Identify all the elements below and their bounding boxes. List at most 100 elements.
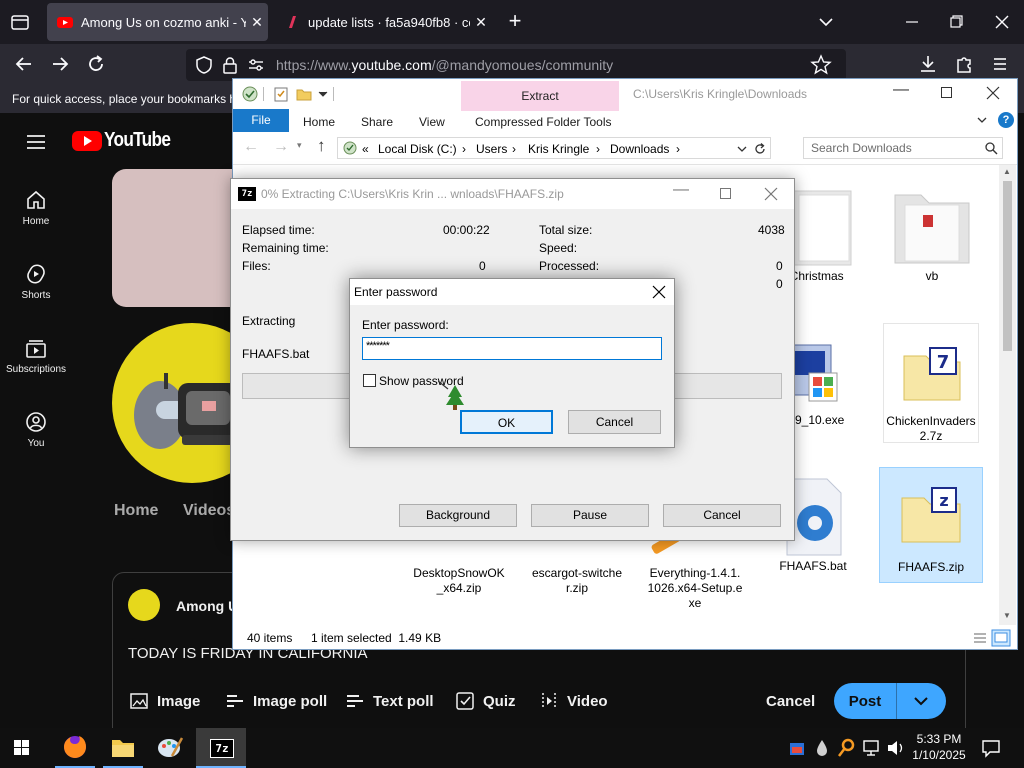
restore-window-button[interactable] (944, 10, 968, 34)
close-tab-icon[interactable]: ✕ (246, 14, 268, 31)
clock[interactable]: 5:33 PM 1/10/2025 (908, 731, 970, 763)
tray-key-icon[interactable] (836, 737, 856, 759)
downloads-button[interactable] (916, 52, 940, 76)
forward-button[interactable]: → (273, 138, 289, 156)
breadcrumb-users[interactable]: Users (476, 138, 507, 160)
breadcrumb-overflow[interactable]: « (362, 138, 369, 160)
ribbon-tab-compressed-folder-tools[interactable]: Compressed Folder Tools (475, 112, 612, 132)
chevron-down-icon[interactable] (897, 683, 945, 719)
cancel-button[interactable]: Cancel (568, 410, 661, 434)
taskbar-7zip[interactable]: 7z (196, 728, 246, 768)
tab-update-lists[interactable]: update lists · fa5a940fb8 · collab ✕ (274, 3, 492, 41)
breadcrumb-downloads[interactable]: Downloads (610, 138, 669, 160)
notifications-icon[interactable] (980, 737, 1002, 759)
maximize-icon[interactable] (719, 187, 733, 201)
ribbon-tab-view[interactable]: View (419, 112, 445, 132)
file-item[interactable]: vb (883, 175, 981, 295)
bookmark-star-button[interactable] (810, 54, 832, 76)
search-box[interactable]: Search Downloads (803, 137, 1003, 159)
close-tab-icon[interactable]: ✕ (470, 14, 492, 31)
app-menu-button[interactable] (988, 52, 1012, 76)
extensions-button[interactable] (952, 52, 976, 76)
tracking-protection-button[interactable] (194, 55, 214, 75)
pause-button[interactable]: Pause (531, 504, 649, 527)
breadcrumb-local-disk[interactable]: Local Disk (C:) (378, 138, 457, 160)
address-dropdown-icon[interactable] (736, 143, 748, 155)
post-tool-text-poll[interactable]: Text poll (345, 691, 434, 711)
ribbon-tab-file[interactable]: File (233, 109, 289, 132)
start-button[interactable] (8, 736, 36, 760)
minimize-window-button[interactable] (900, 10, 924, 34)
channel-tab-home[interactable]: Home (114, 502, 158, 520)
minimize-window-button[interactable]: — (673, 181, 689, 199)
back-button[interactable]: ← (243, 138, 259, 156)
post-tool-quiz[interactable]: Quiz (455, 691, 516, 711)
back-button[interactable] (12, 52, 36, 76)
taskbar-paint[interactable] (148, 728, 194, 768)
close-window-button[interactable] (990, 10, 1014, 34)
tray-app-icon[interactable] (786, 737, 808, 759)
volume-icon[interactable] (886, 737, 906, 759)
address-bar[interactable]: « Local Disk (C:) › Users › Kris Kringle… (337, 137, 771, 159)
new-folder-icon[interactable] (296, 86, 312, 102)
reload-button[interactable] (84, 52, 108, 76)
scroll-thumb[interactable] (1003, 181, 1012, 351)
background-button[interactable]: Background (399, 504, 517, 527)
list-all-tabs-button[interactable] (814, 10, 838, 34)
file-item[interactable] (413, 617, 509, 625)
file-item-label[interactable]: DesktopSnowOK _x64.zip (411, 566, 507, 596)
breadcrumb-kris-kringle[interactable]: Kris Kringle (528, 138, 589, 160)
recent-locations-button[interactable]: ▾ (297, 140, 302, 151)
new-tab-button[interactable]: + (504, 10, 526, 34)
site-info-button[interactable] (220, 55, 240, 75)
url-bar[interactable]: https://www.youtube.com/@mandyomoues/com… (186, 49, 846, 81)
sidebar-item-you[interactable]: You (0, 410, 72, 449)
channel-tab-videos[interactable]: Videos (183, 502, 235, 520)
ribbon-tab-share[interactable]: Share (361, 112, 393, 132)
taskbar-firefox[interactable] (52, 728, 98, 768)
forward-button[interactable] (48, 52, 72, 76)
up-button[interactable]: ↑ (317, 136, 326, 156)
network-icon[interactable] (862, 737, 882, 759)
minimize-window-button[interactable]: — (893, 81, 913, 101)
sidebar-item-home[interactable]: Home (0, 188, 72, 227)
close-icon[interactable] (764, 187, 778, 201)
permissions-button[interactable] (246, 55, 266, 75)
post-tool-video[interactable]: Video (539, 691, 608, 711)
file-item-label[interactable]: escargot-switche r.zip (529, 566, 625, 596)
tab-list-button[interactable] (8, 10, 32, 34)
post-cancel-button[interactable]: Cancel (766, 693, 815, 710)
file-item-selected[interactable]: z FHAAFS.zip (879, 467, 983, 583)
file-item[interactable]: 7 ChickenInvaders 2.7z (883, 323, 979, 443)
refresh-icon[interactable] (753, 142, 767, 156)
taskbar-file-explorer[interactable] (100, 728, 146, 768)
sidebar-item-shorts[interactable]: Shorts (0, 262, 72, 301)
url-text[interactable]: https://www.youtube.com/@mandyomoues/com… (276, 57, 613, 73)
ok-button[interactable]: OK (460, 410, 553, 434)
file-item-label[interactable]: Everything-1.4.1. 1026.x64-Setup.e xe (647, 566, 743, 611)
sidebar-item-subscriptions[interactable]: Subscriptions (0, 336, 72, 375)
youtube-logo[interactable]: YouTube (72, 129, 181, 152)
close-icon[interactable] (652, 285, 666, 299)
contextual-tab-extract[interactable]: Extract (461, 81, 619, 111)
scroll-up-arrow[interactable]: ▲ (1003, 167, 1011, 176)
explorer-scrollbar[interactable]: ▲ ▼ (999, 165, 1016, 625)
show-password-checkbox[interactable] (363, 374, 376, 387)
tray-droplet-icon[interactable] (815, 737, 829, 759)
details-view-icon[interactable] (971, 630, 989, 646)
ribbon-expand-icon[interactable] (975, 113, 989, 127)
qat-dropdown-icon[interactable] (318, 86, 328, 102)
post-tool-image-poll[interactable]: Image poll (225, 691, 327, 711)
password-input[interactable]: ******* (362, 337, 662, 360)
help-button[interactable]: ? (998, 112, 1014, 128)
properties-icon[interactable] (273, 86, 289, 102)
cancel-button[interactable]: Cancel (663, 504, 781, 527)
ribbon-tab-home[interactable]: Home (303, 112, 335, 132)
large-icons-view-icon[interactable] (991, 629, 1011, 647)
post-button[interactable]: Post (834, 683, 946, 719)
maximize-icon[interactable] (940, 86, 954, 100)
post-tool-image[interactable]: Image (129, 691, 200, 711)
guide-menu-button[interactable] (24, 130, 48, 154)
tab-youtube[interactable]: Among Us on cozmo anki - You ✕ (47, 3, 268, 41)
close-icon[interactable] (986, 86, 1000, 100)
